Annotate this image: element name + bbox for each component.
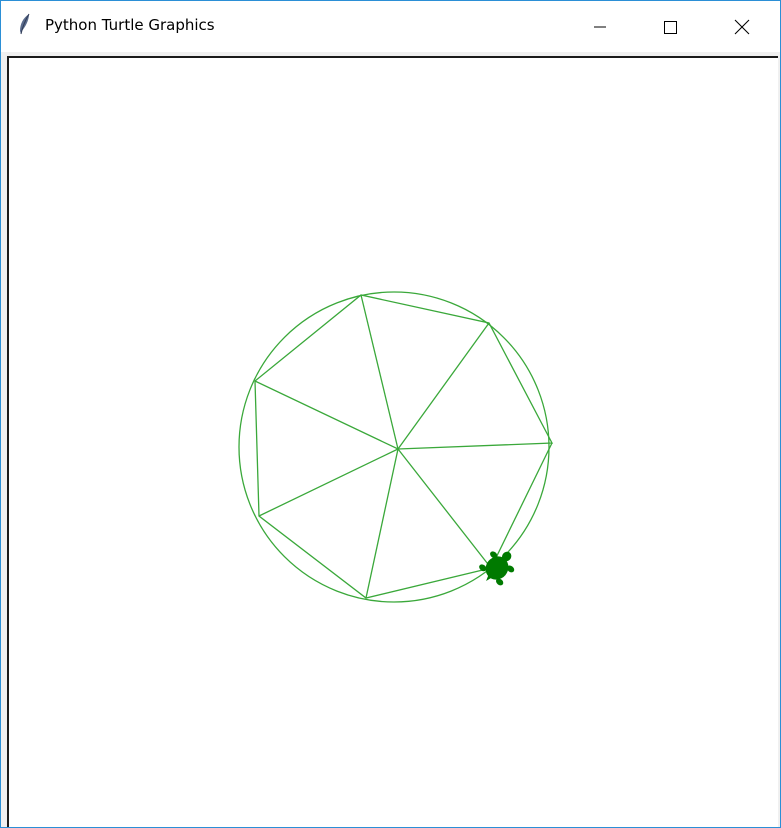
turtle-icon xyxy=(479,551,515,586)
close-button[interactable] xyxy=(719,1,765,52)
maximize-button[interactable] xyxy=(647,1,693,52)
close-icon xyxy=(734,19,750,34)
turtle-drawing xyxy=(238,291,554,603)
feather-icon xyxy=(20,13,30,35)
turtle-window: Python Turtle Graphics xyxy=(0,0,781,828)
window-title: Python Turtle Graphics xyxy=(45,16,215,34)
turtle-canvas-area[interactable] xyxy=(7,56,778,827)
minimize-button[interactable] xyxy=(577,1,623,52)
maximize-icon xyxy=(664,20,677,34)
title-bar[interactable]: Python Turtle Graphics xyxy=(1,1,780,52)
minimize-icon xyxy=(594,26,606,27)
